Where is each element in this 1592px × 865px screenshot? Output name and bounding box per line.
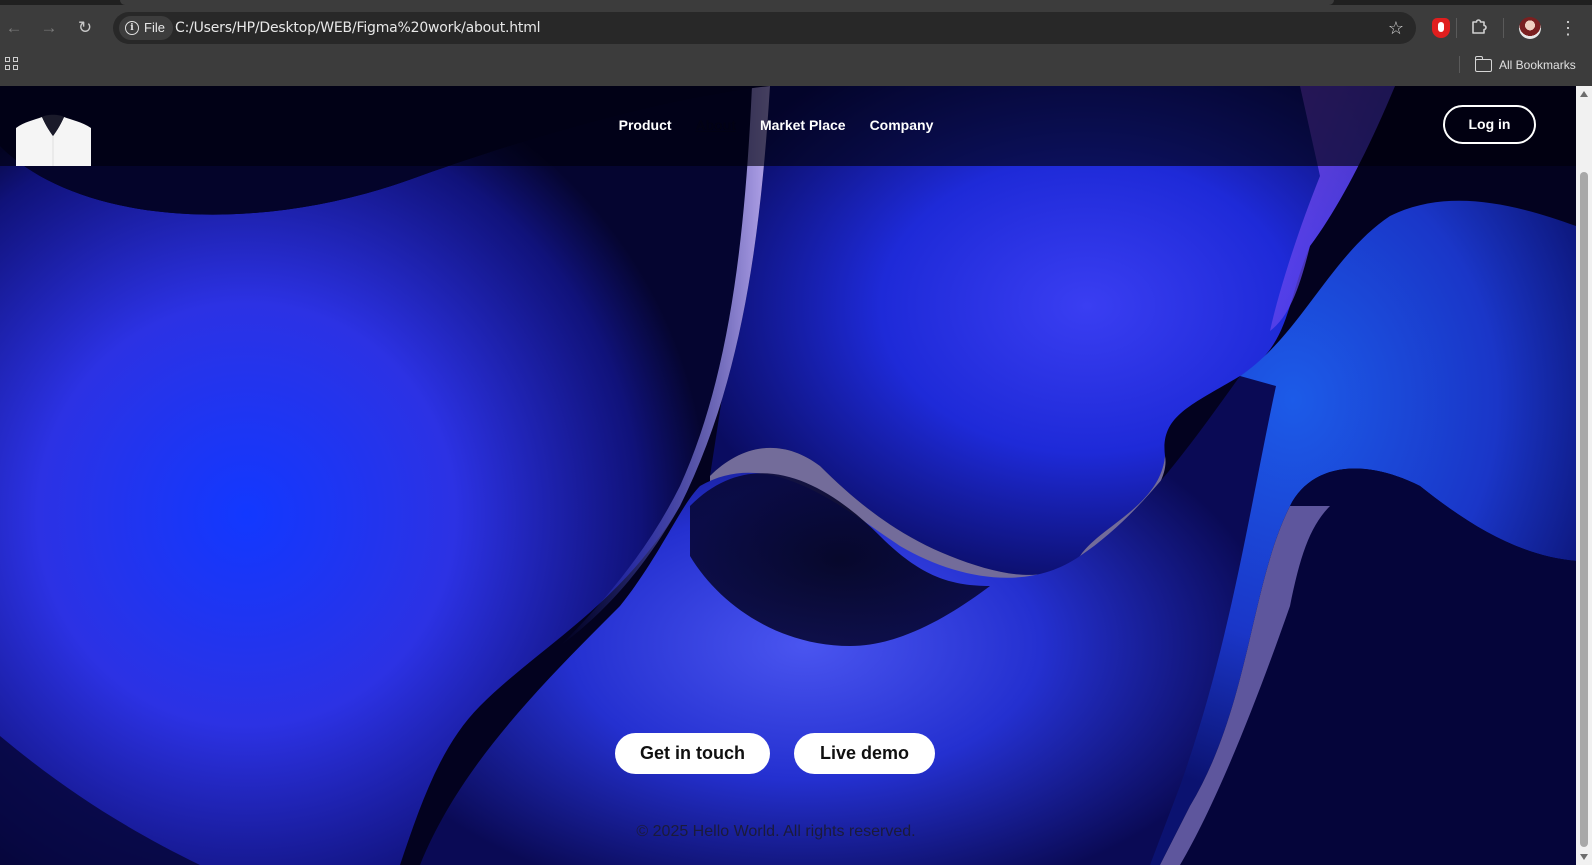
- hero-background: [0, 86, 1576, 865]
- nav-product[interactable]: Product: [619, 115, 672, 135]
- page-viewport: Product About Market Place Company Log i…: [0, 86, 1576, 865]
- back-arrow-icon[interactable]: ←: [3, 17, 25, 39]
- forward-arrow-icon[interactable]: →: [38, 17, 60, 39]
- main-nav: Product About Market Place Company: [0, 115, 1576, 135]
- puzzle-icon[interactable]: [1468, 17, 1490, 39]
- reload-icon[interactable]: ↻: [74, 17, 96, 39]
- footer-copyright: © 2025 Hello World. All rights reserved.: [636, 823, 916, 840]
- address-bar[interactable]: i File C:/Users/HP/Desktop/WEB/Figma%20w…: [113, 12, 1416, 44]
- scroll-down-arrow-icon[interactable]: [1580, 854, 1588, 860]
- all-bookmarks-label: All Bookmarks: [1499, 58, 1576, 72]
- live-demo-button[interactable]: Live demo: [794, 733, 935, 774]
- nav-about[interactable]: About: [696, 115, 736, 135]
- star-icon[interactable]: ☆: [1388, 17, 1404, 39]
- tab-strip: [0, 0, 1592, 5]
- info-icon: i: [125, 21, 139, 35]
- toolbar-divider: [1503, 18, 1504, 38]
- site-header: Product About Market Place Company Log i…: [0, 86, 1576, 166]
- active-tab[interactable]: [120, 0, 1334, 5]
- file-chip-label: File: [144, 20, 165, 35]
- page-scrollbar[interactable]: [1576, 86, 1592, 865]
- browser-toolbar: ← → ↻ i File C:/Users/HP/Desktop/WEB/Fig…: [0, 0, 1592, 86]
- avatar[interactable]: [1519, 17, 1541, 39]
- scroll-up-arrow-icon[interactable]: [1580, 91, 1588, 97]
- kebab-menu-icon[interactable]: ⋮: [1559, 17, 1577, 39]
- login-button[interactable]: Log in: [1443, 105, 1536, 144]
- get-in-touch-button[interactable]: Get in touch: [615, 733, 770, 774]
- apps-grid-icon[interactable]: [5, 57, 19, 71]
- site-info-chip[interactable]: i File: [119, 16, 173, 40]
- all-bookmarks-button[interactable]: All Bookmarks: [1474, 55, 1576, 75]
- red-hand-extension-icon[interactable]: [1432, 18, 1450, 38]
- bookmarks-divider: [1459, 56, 1460, 73]
- scroll-thumb[interactable]: [1580, 172, 1588, 847]
- url-text[interactable]: C:/Users/HP/Desktop/WEB/Figma%20work/abo…: [175, 12, 541, 44]
- nav-market-place[interactable]: Market Place: [760, 115, 846, 135]
- toolbar-divider: [1456, 18, 1457, 38]
- folder-icon: [1474, 55, 1492, 72]
- nav-company[interactable]: Company: [870, 115, 934, 135]
